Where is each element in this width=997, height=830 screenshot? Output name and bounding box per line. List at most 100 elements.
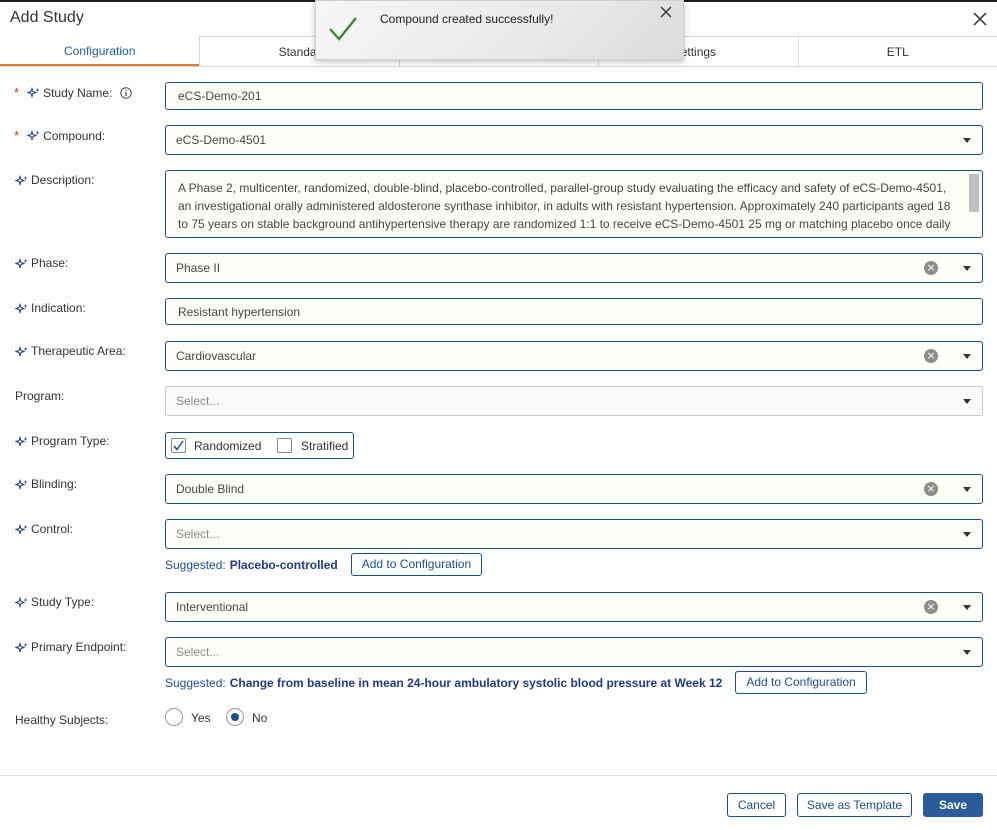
tab-etl[interactable]: ETL [797,36,997,66]
compound-select[interactable]: eCS-Demo-4501 [165,125,983,155]
stratified-label[interactable]: Stratified [301,439,348,453]
phase-label-text: Phase: [31,256,69,270]
study-name-input[interactable]: eCS-Demo-201 [165,82,983,110]
chevron-down-icon[interactable] [963,138,971,143]
sparkle-icon [27,87,41,97]
healthy-subjects-label: Healthy Subjects: [15,713,108,727]
healthy-no-radio[interactable] [226,708,244,726]
chevron-down-icon[interactable] [963,266,971,271]
program-label: Program: [15,389,64,403]
suggestion-prefix: Suggested: [165,675,226,690]
info-icon[interactable] [120,86,133,99]
suggestion-value: Change from baseline in mean 24-hour amb… [229,675,723,690]
randomized-label[interactable]: Randomized [194,439,261,453]
sparkle-icon [15,346,28,356]
sparkle-icon [15,642,28,652]
program-placeholder: Select... [176,394,220,408]
program-type-label: Program Type: [15,434,109,448]
phase-select[interactable]: Phase II × [165,253,983,283]
control-suggestion: Suggested: Placebo-controlled Add to Con… [165,553,483,576]
required-marker: * [14,85,20,100]
sparkle-icon [15,436,28,446]
program-type-group: Randomized Stratified [165,432,354,459]
healthy-yes-radio[interactable] [165,708,183,726]
phase-value: Phase II [176,261,221,275]
program-select[interactable]: Select... [165,386,983,416]
check-icon [329,17,357,41]
stratified-checkbox[interactable] [277,438,292,453]
required-marker: * [14,128,20,143]
healthy-subjects-label-text: Healthy Subjects: [15,713,109,727]
indication-label-text: Indication: [31,301,86,315]
therapeutic-area-value: Cardiovascular [176,349,257,363]
suggestion-prefix: Suggested: [165,557,226,572]
clear-icon[interactable]: × [924,600,938,614]
study-type-label: Study Type: [15,595,94,609]
chevron-down-icon[interactable] [963,532,971,537]
primary-endpoint-placeholder: Select... [176,645,220,659]
blinding-label-text: Blinding: [31,477,78,491]
cancel-button[interactable]: Cancel [727,793,786,817]
study-type-label-text: Study Type: [31,595,95,609]
therapeutic-area-label-text: Therapeutic Area: [31,344,126,358]
control-placeholder: Select... [176,527,220,541]
program-label-text: Program: [15,389,65,403]
sparkle-icon [15,258,28,268]
study-type-value: Interventional [176,600,249,614]
check-icon [173,440,184,451]
description-label: Description: [15,173,94,187]
description-scrollbar[interactable] [969,174,979,212]
chevron-down-icon[interactable] [963,354,971,359]
clear-icon[interactable]: × [924,261,938,275]
therapeutic-area-select[interactable]: Cardiovascular × [165,341,983,371]
suggestion-value: Placebo-controlled [229,557,338,572]
chevron-down-icon[interactable] [963,650,971,655]
sparkle-icon [15,175,28,185]
sparkle-icon [27,130,41,140]
add-to-configuration-button[interactable]: Add to Configuration [350,553,483,576]
sparkle-icon [15,303,28,313]
phase-label: Phase: [15,256,68,270]
close-icon[interactable] [971,10,989,28]
program-type-label-text: Program Type: [31,434,110,448]
description-label-text: Description: [31,173,95,187]
save-as-template-button[interactable]: Save as Template [797,793,912,817]
compound-label: * Compound: [14,128,106,143]
chevron-down-icon[interactable] [963,605,971,610]
chevron-down-icon[interactable] [963,399,971,404]
indication-input[interactable]: Resistant hypertension [165,298,983,325]
healthy-yes-label[interactable]: Yes [191,711,211,725]
chevron-down-icon[interactable] [963,487,971,492]
study-name-label: * Study Name: [14,85,133,100]
toast-message: Compound created successfully! [380,12,554,26]
add-to-configuration-button[interactable]: Add to Configuration [735,671,867,694]
footer-divider [0,775,997,776]
toast-close-icon[interactable] [659,5,673,19]
control-label: Control: [15,522,73,536]
compound-value: eCS-Demo-4501 [176,133,267,147]
sparkle-icon [15,524,28,534]
blinding-select[interactable]: Double Blind × [165,474,983,504]
primary-endpoint-select[interactable]: Select... [165,637,983,667]
blinding-value: Double Blind [176,482,245,496]
compound-label-text: Compound: [43,128,106,143]
healthy-no-label[interactable]: No [252,711,267,725]
tab-configuration[interactable]: Configuration [0,36,200,66]
clear-icon[interactable]: × [924,349,938,363]
description-value: A Phase 2, multicenter, randomized, doub… [178,181,951,237]
indication-value: Resistant hypertension [178,304,301,319]
save-button[interactable]: Save [923,793,983,817]
randomized-checkbox[interactable] [171,438,186,453]
clear-icon[interactable]: × [924,482,938,496]
dialog-title: Add Study [10,9,84,26]
sparkle-icon [15,597,28,607]
primary-endpoint-suggestion: Suggested: Change from baseline in mean … [165,671,867,694]
control-select[interactable]: Select... [165,519,983,549]
success-toast: Compound created successfully! [315,0,684,60]
sparkle-icon [15,479,28,489]
description-textarea[interactable]: A Phase 2, multicenter, randomized, doub… [165,170,983,238]
study-name-label-text: Study Name: [43,85,113,100]
indication-label: Indication: [15,301,86,315]
study-type-select[interactable]: Interventional × [165,592,983,622]
study-name-value: eCS-Demo-201 [178,89,262,103]
